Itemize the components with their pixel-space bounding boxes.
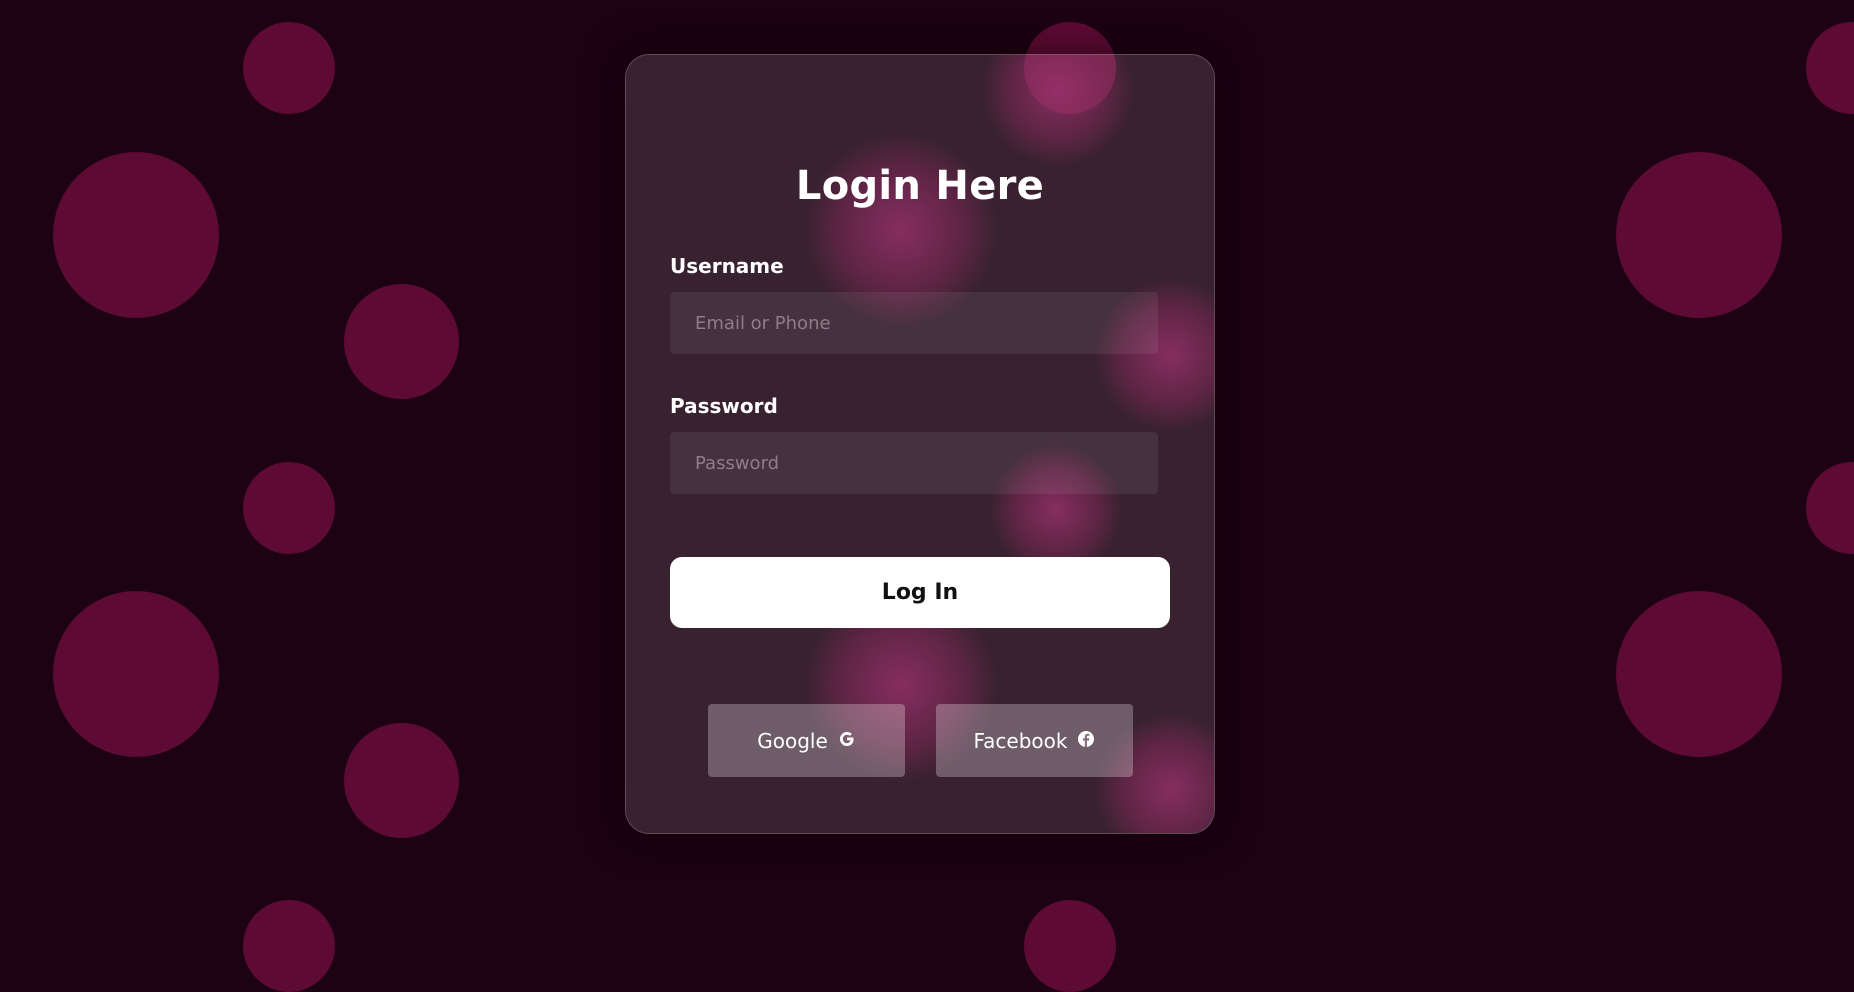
page-title: Login Here: [795, 163, 1045, 209]
password-input[interactable]: [670, 432, 1158, 494]
username-label: Username: [670, 254, 784, 278]
decorative-circle: [53, 152, 219, 318]
decorative-circle: [1806, 462, 1854, 554]
decorative-circle: [1616, 152, 1782, 318]
decorative-circle: [243, 900, 335, 992]
decorative-circle: [53, 591, 219, 757]
facebook-icon: [1077, 730, 1095, 748]
decorative-circle: [344, 284, 459, 399]
login-button[interactable]: Log In: [670, 557, 1170, 628]
password-label: Password: [670, 394, 778, 418]
username-input[interactable]: [670, 292, 1158, 354]
decorative-circle: [243, 22, 335, 114]
decorative-circle: [1806, 22, 1854, 114]
decorative-circle: [1024, 900, 1116, 992]
decorative-circle: [243, 462, 335, 554]
login-form: Login Here Username Password Log In Goog…: [626, 55, 1214, 833]
google-icon: [838, 730, 856, 748]
google-login-button[interactable]: Google: [708, 704, 905, 777]
google-button-label: Google: [757, 728, 828, 753]
decorative-circle: [344, 723, 459, 838]
login-card: Login Here Username Password Log In Goog…: [625, 54, 1215, 834]
decorative-circle: [1616, 591, 1782, 757]
facebook-button-label: Facebook: [973, 728, 1068, 753]
facebook-login-button[interactable]: Facebook: [936, 704, 1133, 777]
